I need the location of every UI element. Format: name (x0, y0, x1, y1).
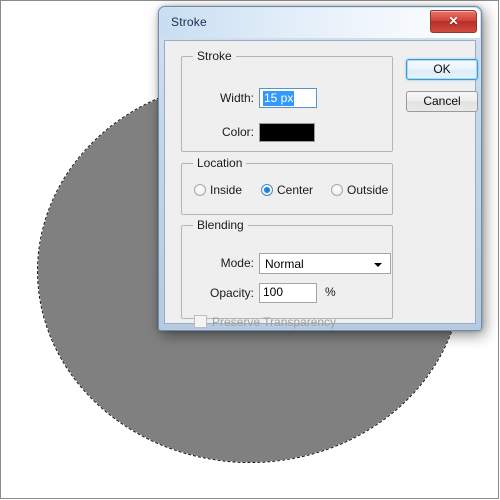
blending-groupbox-title: Blending (193, 218, 248, 232)
blending-groupbox: Blending Mode: Normal Opacity: 100 % Pre… (181, 218, 393, 329)
width-label: Width: (219, 91, 254, 105)
color-swatch-button[interactable] (259, 123, 315, 142)
preserve-transparency-checkbox[interactable]: Preserve Transparency (194, 315, 336, 329)
radio-location-center[interactable]: Center (261, 183, 313, 197)
stroke-groupbox-title: Stroke (193, 49, 236, 63)
radio-location-inside-label: Inside (210, 183, 243, 197)
location-groupbox: Location Inside Center Outside (181, 156, 393, 215)
radio-location-inside[interactable]: Inside (194, 183, 242, 197)
location-groupbox-title: Location (193, 156, 247, 170)
radio-location-outside-label: Outside (347, 183, 389, 197)
opacity-input[interactable]: 100 (259, 283, 317, 303)
color-label: Color: (221, 125, 254, 139)
radio-location-outside[interactable]: Outside (331, 183, 388, 197)
radio-dot-icon (194, 184, 206, 196)
width-input[interactable]: 15 px (259, 88, 317, 108)
radio-location-center-label: Center (277, 183, 314, 197)
radio-dot-icon (261, 184, 273, 196)
checkbox-icon (194, 315, 207, 328)
blend-mode-value: Normal (265, 257, 304, 271)
stroke-groupbox: Stroke Width: 15 px Color: (181, 49, 393, 152)
dialog-title: Stroke (171, 15, 207, 29)
close-icon[interactable]: ✕ (430, 10, 477, 33)
radio-dot-icon (331, 184, 343, 196)
dialog-client-area: Stroke Width: 15 px Color: Location Insi… (164, 40, 478, 329)
dialog-titlebar[interactable]: Stroke ✕ (160, 8, 480, 38)
preserve-transparency-label: Preserve Transparency (212, 315, 337, 329)
mode-label: Mode: (220, 256, 254, 270)
chevron-down-icon (374, 263, 382, 267)
blend-mode-select[interactable]: Normal (259, 253, 391, 274)
opacity-label: Opacity: (209, 286, 254, 300)
ok-button[interactable]: OK (406, 59, 478, 80)
stroke-dialog-window: Stroke ✕ Stroke Width: 15 px Color: Loca… (158, 6, 482, 331)
width-input-value: 15 px (263, 91, 295, 106)
opacity-unit-label: % (325, 285, 336, 299)
cancel-button[interactable]: Cancel (406, 91, 478, 112)
